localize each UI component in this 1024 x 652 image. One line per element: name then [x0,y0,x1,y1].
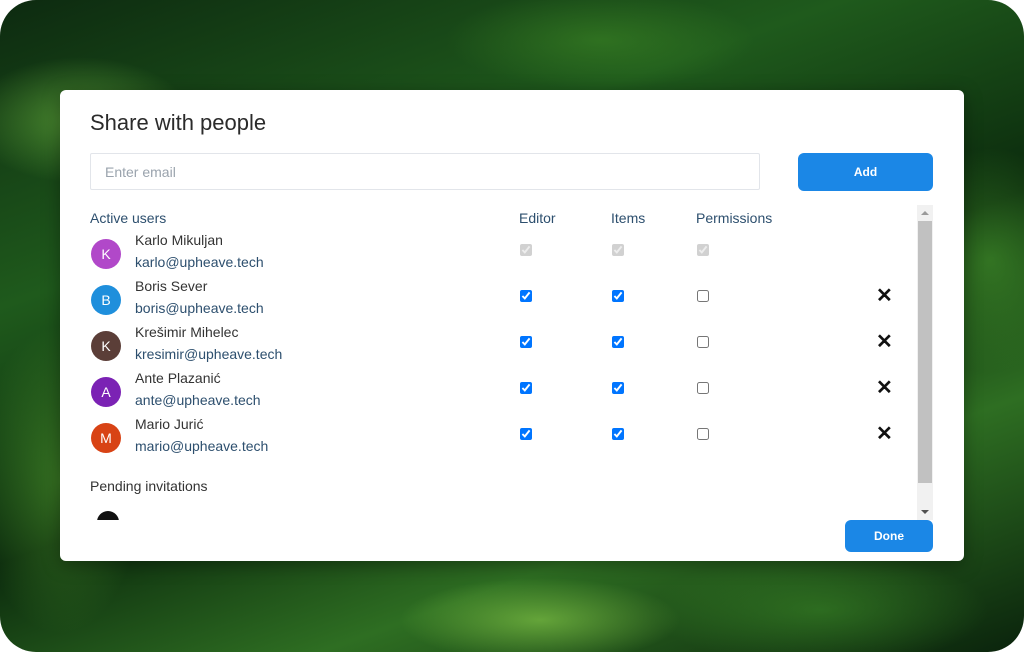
permissions-checkbox[interactable] [697,428,709,440]
permissions-checkbox[interactable] [697,290,709,302]
avatar: K [91,239,121,269]
user-name: Krešimir Mihelec [135,324,239,340]
user-name: Boris Sever [135,278,208,294]
scrollbar-thumb[interactable] [918,221,932,483]
user-row: M Mario Jurić mario@upheave.tech ✕ [90,415,910,461]
items-checkbox[interactable] [612,290,624,302]
permissions-checkbox[interactable] [697,336,709,348]
items-checkbox[interactable] [612,244,624,256]
scroll-down-icon[interactable] [921,510,929,514]
scroll-up-icon[interactable] [921,211,929,215]
user-email: ante@upheave.tech [135,392,261,408]
items-checkbox[interactable] [612,428,624,440]
users-list[interactable]: Active users Editor Items Permissions K … [90,205,933,520]
close-icon[interactable]: ✕ [876,424,893,444]
editor-checkbox[interactable] [520,382,532,394]
close-icon[interactable]: ✕ [876,332,893,352]
editor-checkbox[interactable] [520,428,532,440]
items-checkbox[interactable] [612,382,624,394]
add-button[interactable]: Add [798,153,933,191]
email-input[interactable] [90,153,760,190]
user-email: kresimir@upheave.tech [135,346,283,362]
table-header: Active users Editor Items Permissions [90,205,910,231]
header-active-users: Active users [90,210,167,226]
user-name: Ante Plazanić [135,370,221,386]
header-editor: Editor [519,210,556,226]
done-button[interactable]: Done [845,520,933,552]
user-email: mario@upheave.tech [135,438,269,454]
close-icon[interactable]: ✕ [876,378,893,398]
user-row: B Boris Sever boris@upheave.tech ✕ [90,277,910,323]
permissions-checkbox[interactable] [697,382,709,394]
avatar: K [91,331,121,361]
user-row: K Karlo Mikuljan karlo@upheave.tech [90,231,910,277]
dialog-title: Share with people [90,110,267,135]
user-name: Karlo Mikuljan [135,232,223,248]
user-row: K Krešimir Mihelec kresimir@upheave.tech… [90,323,910,369]
header-permissions: Permissions [696,210,773,226]
avatar: B [91,285,121,315]
avatar: M [91,423,121,453]
editor-checkbox[interactable] [520,290,532,302]
user-name: Mario Jurić [135,416,204,432]
editor-checkbox[interactable] [520,336,532,348]
avatar: A [91,377,121,407]
close-icon[interactable]: ✕ [876,286,893,306]
user-row: A Ante Plazanić ante@upheave.tech ✕ [90,369,910,415]
share-dialog: Share with people Add Active users Edito… [60,90,964,561]
pending-invitations-heading: Pending invitations [90,478,208,494]
user-email: karlo@upheave.tech [135,254,264,270]
permissions-checkbox[interactable] [697,244,709,256]
items-checkbox[interactable] [612,336,624,348]
header-items: Items [611,210,646,226]
scrollbar[interactable] [917,205,933,520]
editor-checkbox[interactable] [520,244,532,256]
user-email: boris@upheave.tech [135,300,264,316]
user-icon [97,511,119,520]
